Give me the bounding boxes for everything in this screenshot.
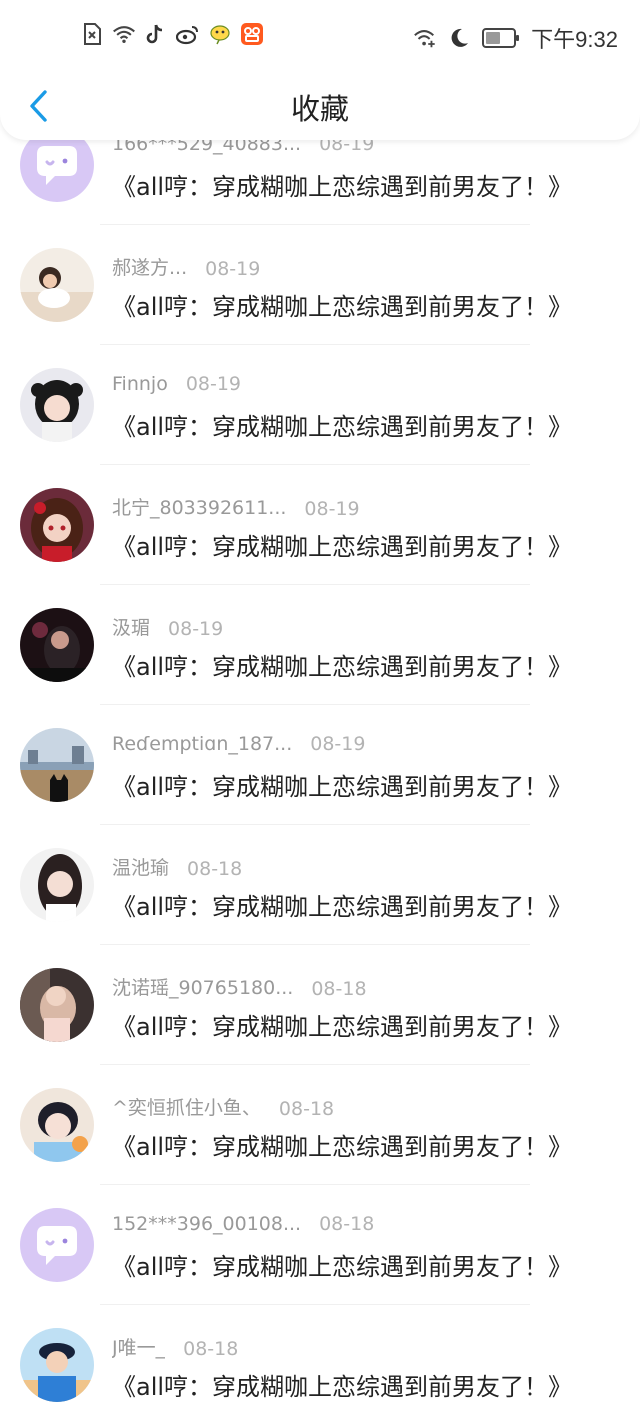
item-meta: 温池瑜 08-18: [112, 853, 242, 880]
status-bar-left: [80, 22, 264, 46]
item-date: 08-19: [168, 618, 224, 640]
item-date: 08-18: [183, 1338, 239, 1360]
item-meta: J唯一_ 08-18: [112, 1333, 238, 1360]
list-item[interactable]: 152***396_00108... 08-18 《all哼：穿成糊咖上恋综遇到前男…: [0, 1185, 640, 1305]
item-meta: ^奕恒抓住小鱼、 08-18: [112, 1093, 334, 1120]
item-meta: 郝遂方... 08-19: [112, 253, 260, 280]
item-date: 08-19: [205, 258, 261, 280]
avatar[interactable]: [20, 248, 94, 322]
book-title[interactable]: 《all哼：穿成糊咖上恋综遇到前男友了！》: [112, 767, 572, 802]
avatar[interactable]: [20, 608, 94, 682]
app-badge-icon: [240, 22, 264, 46]
sim-off-icon: [80, 22, 104, 46]
status-bar: 下午9:32: [0, 18, 640, 58]
avatar[interactable]: [20, 1208, 94, 1282]
user-name[interactable]: 北宁_803392611...: [112, 493, 286, 520]
book-title[interactable]: 《all哼：穿成糊咖上恋综遇到前男友了！》: [112, 887, 572, 922]
item-meta: 沈诺瑶_90765180... 08-18: [112, 973, 367, 1000]
avatar[interactable]: [20, 1088, 94, 1162]
avatar[interactable]: [20, 848, 94, 922]
list-item[interactable]: Reɗemptiɑn_187... 08-19 《all哼：穿成糊咖上恋综遇到前男友…: [0, 705, 640, 825]
user-name[interactable]: J唯一_: [112, 1333, 165, 1360]
book-title[interactable]: 《all哼：穿成糊咖上恋综遇到前男友了！》: [112, 527, 572, 562]
user-name[interactable]: 郝遂方...: [112, 253, 187, 280]
book-title[interactable]: 《all哼：穿成糊咖上恋综遇到前男友了！》: [112, 1367, 572, 1402]
list-item[interactable]: 汲瑂 08-19 《all哼：穿成糊咖上恋综遇到前男友了！》: [0, 585, 640, 705]
header: 下午9:32 收藏: [0, 0, 640, 140]
moon-icon: [447, 26, 471, 50]
item-date: 08-19: [310, 733, 366, 755]
avatar[interactable]: [20, 968, 94, 1042]
list-item[interactable]: 温池瑜 08-18 《all哼：穿成糊咖上恋综遇到前男友了！》: [0, 825, 640, 945]
list-item[interactable]: Finnjo 08-19 《all哼：穿成糊咖上恋综遇到前男友了！》: [0, 345, 640, 465]
wifi-plus-icon: [413, 26, 437, 50]
book-title[interactable]: 《all哼：穿成糊咖上恋综遇到前男友了！》: [112, 1007, 572, 1042]
user-name[interactable]: 沈诺瑶_90765180...: [112, 973, 293, 1000]
item-date: 08-18: [311, 978, 367, 1000]
avatar[interactable]: [20, 368, 94, 442]
item-date: 08-19: [185, 373, 242, 395]
avatar[interactable]: [20, 488, 94, 562]
list-item[interactable]: 沈诺瑶_90765180... 08-18 《all哼：穿成糊咖上恋综遇到前男友了！…: [0, 945, 640, 1065]
nav-bar: 收藏: [0, 76, 640, 136]
book-title[interactable]: 《all哼：穿成糊咖上恋综遇到前男友了！》: [112, 647, 572, 682]
wifi-icon: [112, 22, 136, 46]
tiktok-icon: [144, 22, 168, 46]
item-meta: 152***396_00108... 08-18: [112, 1213, 374, 1235]
battery-icon: [481, 26, 521, 50]
status-bar-right: 下午9:32: [413, 22, 618, 54]
item-meta: Reɗemptiɑn_187... 08-19: [112, 733, 365, 755]
user-name[interactable]: ^奕恒抓住小鱼、: [112, 1093, 261, 1120]
user-name[interactable]: 汲瑂: [112, 613, 150, 640]
user-name[interactable]: 温池瑜: [112, 853, 169, 880]
book-title[interactable]: 《all哼：穿成糊咖上恋综遇到前男友了！》: [112, 407, 572, 442]
item-meta: Finnjo 08-19: [112, 373, 241, 395]
item-meta: 北宁_803392611... 08-19: [112, 493, 360, 520]
user-name[interactable]: 152***396_00108...: [112, 1213, 301, 1235]
item-date: 08-19: [304, 498, 360, 520]
list-item[interactable]: J唯一_ 08-18 《all哼：穿成糊咖上恋综遇到前男友了！》: [0, 1305, 640, 1422]
chat-app-icon: [208, 22, 232, 46]
item-date: 08-18: [278, 1098, 335, 1120]
user-name[interactable]: Reɗemptiɑn_187...: [112, 733, 292, 755]
weibo-icon: [176, 22, 200, 46]
book-title[interactable]: 《all哼：穿成糊咖上恋综遇到前男友了！》: [112, 1127, 572, 1162]
item-meta: 汲瑂 08-19: [112, 613, 223, 640]
list-item[interactable]: ^奕恒抓住小鱼、 08-18 《all哼：穿成糊咖上恋综遇到前男友了！》: [0, 1065, 640, 1185]
page-title: 收藏: [290, 92, 349, 126]
item-date: 08-18: [319, 1213, 375, 1235]
status-time: 下午9:32: [531, 27, 618, 52]
avatar[interactable]: [20, 728, 94, 802]
list-item[interactable]: 北宁_803392611... 08-19 《all哼：穿成糊咖上恋综遇到前男友了！…: [0, 465, 640, 585]
list-item[interactable]: 郝遂方... 08-19 《all哼：穿成糊咖上恋综遇到前男友了！》: [0, 225, 640, 345]
item-date: 08-18: [187, 858, 243, 880]
avatar[interactable]: [20, 1328, 94, 1402]
user-name[interactable]: Finnjo: [112, 373, 168, 395]
book-title[interactable]: 《all哼：穿成糊咖上恋综遇到前男友了！》: [112, 1247, 572, 1282]
book-title[interactable]: 《all哼：穿成糊咖上恋综遇到前男友了！》: [112, 287, 572, 322]
book-title[interactable]: 《all哼：穿成糊咖上恋综遇到前男友了！》: [112, 167, 572, 202]
